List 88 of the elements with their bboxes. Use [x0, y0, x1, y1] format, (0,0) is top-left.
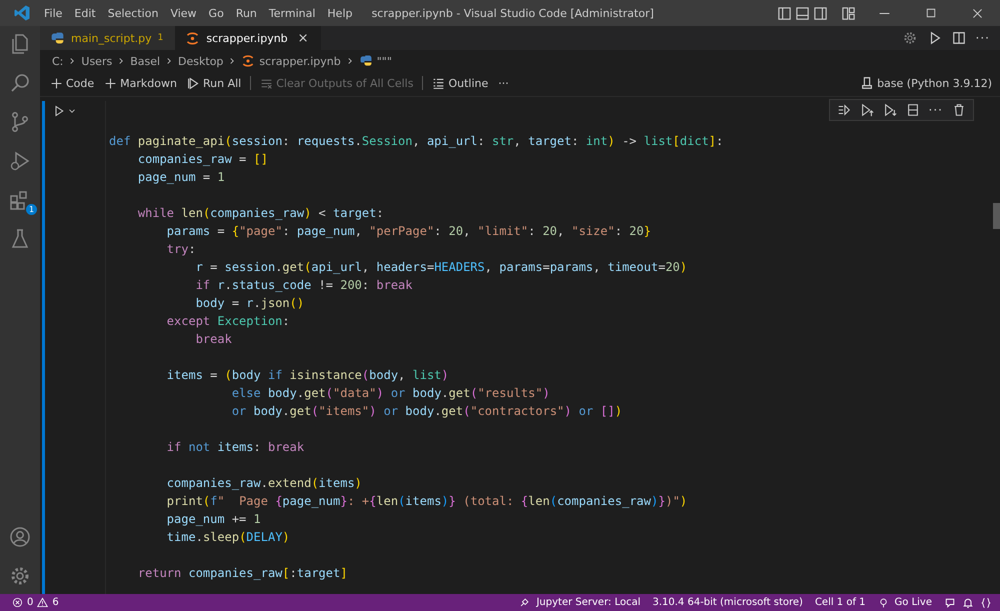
code-line: time.sleep(DELAY) — [166, 529, 291, 546]
panel-layout-icon[interactable] — [795, 6, 810, 20]
execute-above-icon[interactable] — [860, 103, 874, 117]
code-line: items = (body if isinstance(body, list) — [166, 367, 450, 384]
error-icon — [12, 597, 23, 608]
code-line: companies_raw.extend(items) — [166, 475, 363, 492]
split-editor-icon[interactable] — [952, 31, 966, 45]
editor-tab[interactable]: main_script.py 1 — [40, 26, 176, 50]
maximize-icon[interactable] — [925, 7, 937, 19]
close-icon[interactable] — [971, 6, 984, 20]
app-logo-icon — [13, 4, 31, 22]
breadcrumb-item[interactable]: Basel — [130, 54, 160, 68]
warning-icon — [37, 597, 48, 608]
list-icon — [432, 76, 446, 90]
status-item[interactable]: Jupyter Server: Local — [536, 597, 640, 608]
status-item[interactable]: 3.10.4 64-bit (microsoft store) — [652, 597, 803, 608]
delete-icon[interactable] — [952, 103, 966, 117]
sidebar-layout-icon[interactable] — [777, 6, 792, 20]
code-line: break — [194, 331, 233, 348]
status-item[interactable]: Cell 1 of 1 — [814, 597, 866, 608]
code-line: return companies_raw[:target] — [136, 565, 348, 582]
code-line: body = r.json() — [194, 295, 306, 312]
execute-below-icon[interactable] — [882, 103, 897, 117]
code-line: if not items: break — [166, 439, 306, 456]
braces-icon[interactable] — [980, 596, 992, 608]
plug-icon — [519, 597, 530, 608]
notifications-icon[interactable] — [962, 596, 974, 608]
menu-item[interactable]: Edit — [68, 6, 102, 20]
editor-tab[interactable]: scrapper.ipynb × — [175, 26, 321, 50]
run-by-line-icon[interactable] — [836, 103, 851, 117]
settings-icon[interactable] — [902, 30, 918, 46]
customize-layout-icon[interactable] — [841, 6, 856, 20]
add-cell-button[interactable]: Code — [46, 74, 98, 92]
menu-item[interactable]: File — [38, 6, 68, 20]
code-line: or body.get("items") or body.get("contractors") or []) — [230, 403, 624, 420]
notification-badge: 1 — [26, 204, 37, 215]
menu-item[interactable]: Go — [202, 6, 230, 20]
more-actions-button[interactable]: ··· — [928, 103, 943, 117]
breadcrumb-item[interactable]: Desktop — [178, 54, 224, 68]
code-line: else body.get("data") or body.get("results") — [230, 385, 551, 402]
error-count[interactable]: 0 — [27, 597, 34, 608]
split-cell-icon[interactable] — [906, 103, 920, 117]
status-item[interactable]: Go Live — [894, 597, 932, 608]
breadcrumb-item[interactable]: scrapper.ipynb — [259, 54, 341, 68]
broadcast-icon — [878, 597, 889, 608]
run-cell-icon[interactable] — [53, 105, 65, 117]
window-title: scrapper.ipynb - Visual Studio Code [Administrator] — [370, 6, 655, 20]
problem-count: 1 — [158, 33, 164, 43]
menu-item[interactable]: Terminal — [262, 6, 322, 20]
breadcrumb-item[interactable]: C: — [52, 54, 64, 68]
kernel-picker[interactable]: base (Python 3.9.12) — [856, 74, 992, 92]
breadcrumb-item[interactable]: Users — [81, 54, 112, 68]
run-all-icon — [186, 76, 200, 90]
code-line: params = {"page": page_num, "perPage": 20, "limit": 20, "size": 20} — [166, 223, 652, 240]
scrollbar-thumb[interactable] — [993, 203, 1000, 229]
code-line: page_num += 1 — [166, 511, 262, 528]
code-line: except Exception: — [166, 313, 291, 330]
plus-icon — [104, 76, 118, 90]
code-line: companies_raw = [] — [136, 151, 269, 168]
menu-item[interactable]: Help — [321, 6, 358, 20]
code-line: if r.status_code != 200: break — [194, 277, 414, 294]
outline-button[interactable]: Outline — [428, 74, 492, 92]
add-cell-button[interactable]: Markdown — [100, 74, 181, 92]
feedback-icon[interactable] — [944, 596, 956, 608]
code-line: try: — [166, 241, 197, 258]
secondary-sidebar-layout-icon[interactable] — [813, 6, 828, 20]
close-tab-button[interactable]: × — [298, 30, 309, 46]
more-actions-button[interactable]: ··· — [976, 31, 990, 45]
code-line: r = session.get(api_url, headers=HEADERS, params=params, timeout=20) — [194, 259, 688, 276]
python-file-icon — [358, 54, 373, 68]
python-file-icon — [50, 30, 65, 46]
code-line: while len(companies_raw) < target: — [136, 205, 385, 222]
menu-item[interactable]: View — [164, 6, 203, 20]
breadcrumb-item[interactable]: """ — [376, 54, 392, 68]
warning-count[interactable]: 6 — [52, 597, 59, 608]
notebook-file-icon — [185, 30, 200, 46]
menu-item[interactable]: Run — [230, 6, 263, 20]
code-line: def paginate_api(session: requests.Session, api_url: str, target: int) -> list[dict]: — [109, 133, 724, 150]
plus-icon — [50, 76, 63, 90]
notebook-file-icon — [241, 54, 256, 68]
server-icon — [860, 76, 874, 90]
more-actions-button[interactable]: ··· — [494, 74, 513, 92]
run-debug-icon[interactable] — [8, 149, 32, 173]
run-all-button[interactable]: Run All — [182, 74, 246, 92]
menu-item[interactable]: Selection — [102, 6, 164, 20]
code-line: page_num = 1 — [136, 169, 226, 186]
code-line: print(f" Page {page_num}: +{len(items)} (total: {len(companies_raw)})") — [166, 493, 688, 510]
account-icon[interactable] — [8, 525, 32, 549]
